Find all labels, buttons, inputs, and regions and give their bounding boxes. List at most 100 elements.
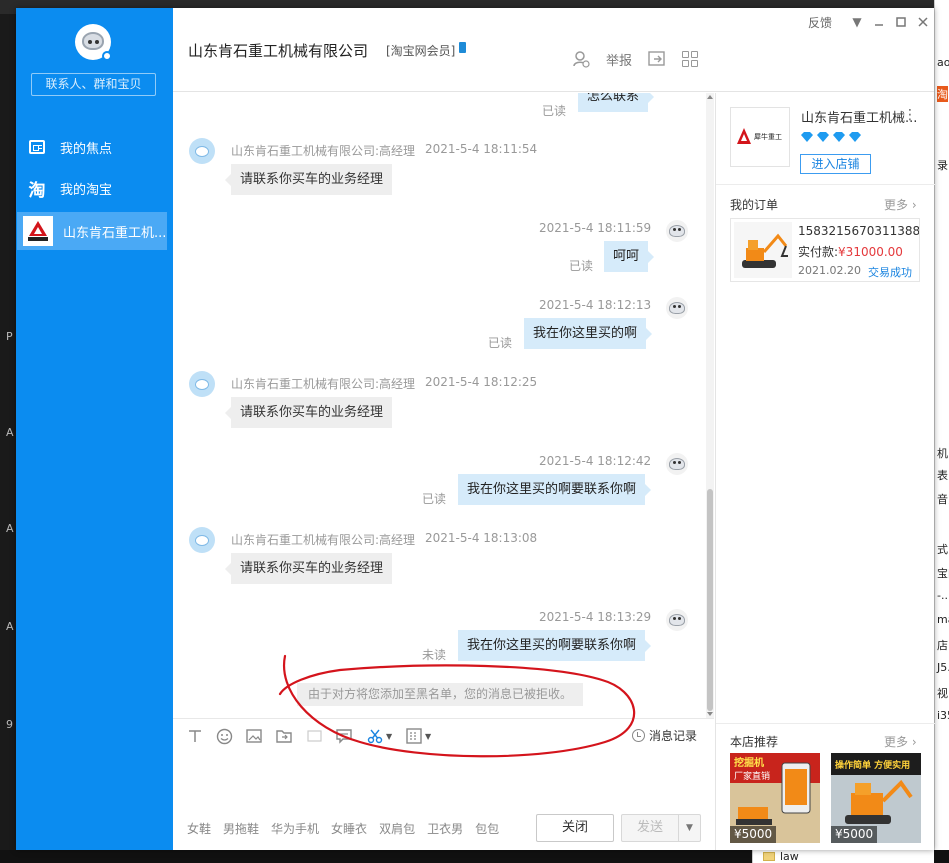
member-tag: [淘宝网会员] [386,44,456,58]
close-icon[interactable] [912,14,934,30]
more-label: 更多 [884,198,909,212]
screenshot-icon[interactable] [367,727,384,745]
shop-info-panel: 犀牛重工 山东肯石重工机械... ⋮ 进入店铺 我的订单 更多 › 158321… [715,93,935,850]
contact-avatar [189,527,215,553]
order-status: 交易成功 [868,266,912,279]
order-card[interactable]: 1583215670311388 实付款:¥31000.00 2021.02.2… [730,218,920,282]
screenshot-dropdown-icon[interactable]: ▼ [386,727,392,745]
system-notice: 由于对方将您添加至黑名单，您的消息已被拒收。 [297,683,584,706]
background-file-item: law [752,850,934,863]
recommended-product[interactable]: 操作简单 方便实用 ¥5000 [831,753,921,843]
sidebar-item-shop-chat[interactable]: 山东肯石重工机... [17,212,167,250]
quick-tag[interactable]: 女睡衣 [331,820,367,837]
user-avatar[interactable] [75,24,112,61]
close-button[interactable]: 关闭 [536,814,614,842]
message-time: 2021-5-4 18:13:29 [539,610,652,624]
shop-logo-icon [23,216,53,246]
font-icon[interactable] [187,727,203,745]
quick-tag[interactable]: 女鞋 [187,820,211,837]
report-button[interactable]: 举报 [606,50,632,69]
orders-more-link[interactable]: 更多 › [884,196,917,213]
sidebar-item-my-taobao[interactable]: 淘 我的淘宝 [16,169,173,207]
read-status: 已读 [542,104,567,118]
background-text: i35 [937,709,949,722]
quick-tag[interactable]: 华为手机 [271,820,319,837]
quick-search-tags: 女鞋 男拖鞋 华为手机 女睡衣 双肩包 卫衣男 包包 [187,820,511,837]
quick-reply-icon[interactable] [336,727,353,745]
scrollbar-thumb[interactable] [707,489,713,711]
order-number: 1583215670311388 [798,224,919,238]
background-text: P [6,330,13,343]
shake-icon[interactable] [306,727,323,745]
recommend-heading: 本店推荐 [730,735,779,749]
quick-tag[interactable]: 卫衣男 [427,820,463,837]
self-avatar [666,297,688,319]
sidebar-item-label: 我的淘宝 [60,182,113,198]
background-text: ma [937,613,949,626]
scroll-up-icon[interactable] [707,95,713,99]
maximize-icon[interactable] [890,14,912,30]
message-time: 2021-5-4 18:12:42 [539,454,652,468]
background-text: 表 [937,469,948,482]
window-controls: 反馈 ▼ [808,14,934,30]
send-button[interactable]: 发送 ▼ [621,814,701,842]
background-text: 音, [937,493,949,506]
avatar-eye [95,40,99,44]
background-text: A [6,522,14,535]
svg-text:厂家直销: 厂家直销 [734,770,770,782]
message-bubble-self: 我在你这里买的啊要联系你啊 [458,474,652,505]
background-text: A [6,620,14,633]
chat-scrollbar[interactable] [706,93,714,718]
calculator-icon[interactable] [406,727,422,745]
enter-shop-button[interactable]: 进入店铺 [800,154,871,174]
add-contact-icon[interactable] [572,50,590,68]
chat-title: 山东肯石重工机械有限公司 [188,42,369,60]
message-history-link[interactable]: 消息记录 [631,727,697,744]
message-history-label: 消息记录 [648,729,697,743]
message-sender: 山东肯石重工机械有限公司:高经理 [231,144,416,158]
shop-rating-diamonds [800,131,862,146]
quick-tag[interactable]: 双肩包 [379,820,415,837]
recommend-more-link[interactable]: 更多 › [884,733,917,750]
background-text: 淘 [937,86,948,102]
message-time: 2021-5-4 18:12:13 [539,298,652,312]
send-options-dropdown-icon[interactable]: ▼ [679,815,700,841]
send-button-label: 发送 [622,815,679,841]
scroll-down-icon[interactable] [707,712,713,716]
emoji-icon[interactable] [216,727,233,745]
minimize-icon[interactable] [868,14,890,30]
apps-grid-icon[interactable] [682,50,699,68]
background-text: A [6,426,14,439]
mobile-online-icon [459,42,466,53]
message-bubble-contact: 请联系你买车的业务经理 [224,553,393,584]
read-status: 已读 [422,492,447,506]
contact-avatar [189,138,215,164]
shop-name[interactable]: 山东肯石重工机械... [801,107,917,126]
menu-dropdown-icon[interactable]: ▼ [846,14,868,30]
read-status: 已读 [488,336,513,350]
quick-tag[interactable]: 男拖鞋 [223,820,259,837]
share-icon[interactable] [648,50,666,68]
folder-send-icon[interactable] [276,727,293,745]
message-bubble-contact: 请联系你买车的业务经理 [224,164,393,195]
svg-text:犀牛重工: 犀牛重工 [754,132,782,141]
feedback-link[interactable]: 反馈 [808,14,832,31]
orders-heading: 我的订单 [730,198,779,212]
more-options-icon[interactable]: ⋮ [903,107,917,123]
sidebar-item-focus[interactable]: 我的焦点 [16,128,173,166]
image-icon[interactable] [246,727,263,745]
calculator-dropdown-icon[interactable]: ▼ [425,727,431,745]
message-input[interactable] [173,750,714,808]
avatar-face [82,32,104,50]
divider [716,723,935,724]
contact-avatar [189,371,215,397]
message-time: 2021-5-4 18:11:54 [425,142,538,156]
shop-logo[interactable]: 犀牛重工 [730,107,790,167]
contact-search-input[interactable]: 联系人、群和宝贝 [31,73,156,96]
product-price: ¥5000 [730,826,777,843]
recommended-product[interactable]: 挖掘机 厂家直销 ¥5000 [730,753,820,843]
sidebar-item-label: 我的焦点 [60,141,113,157]
message-bubble-self: 我在你这里买的啊要联系你啊 [458,630,652,661]
background-text: 视 [937,687,948,700]
quick-tag[interactable]: 包包 [475,820,499,837]
